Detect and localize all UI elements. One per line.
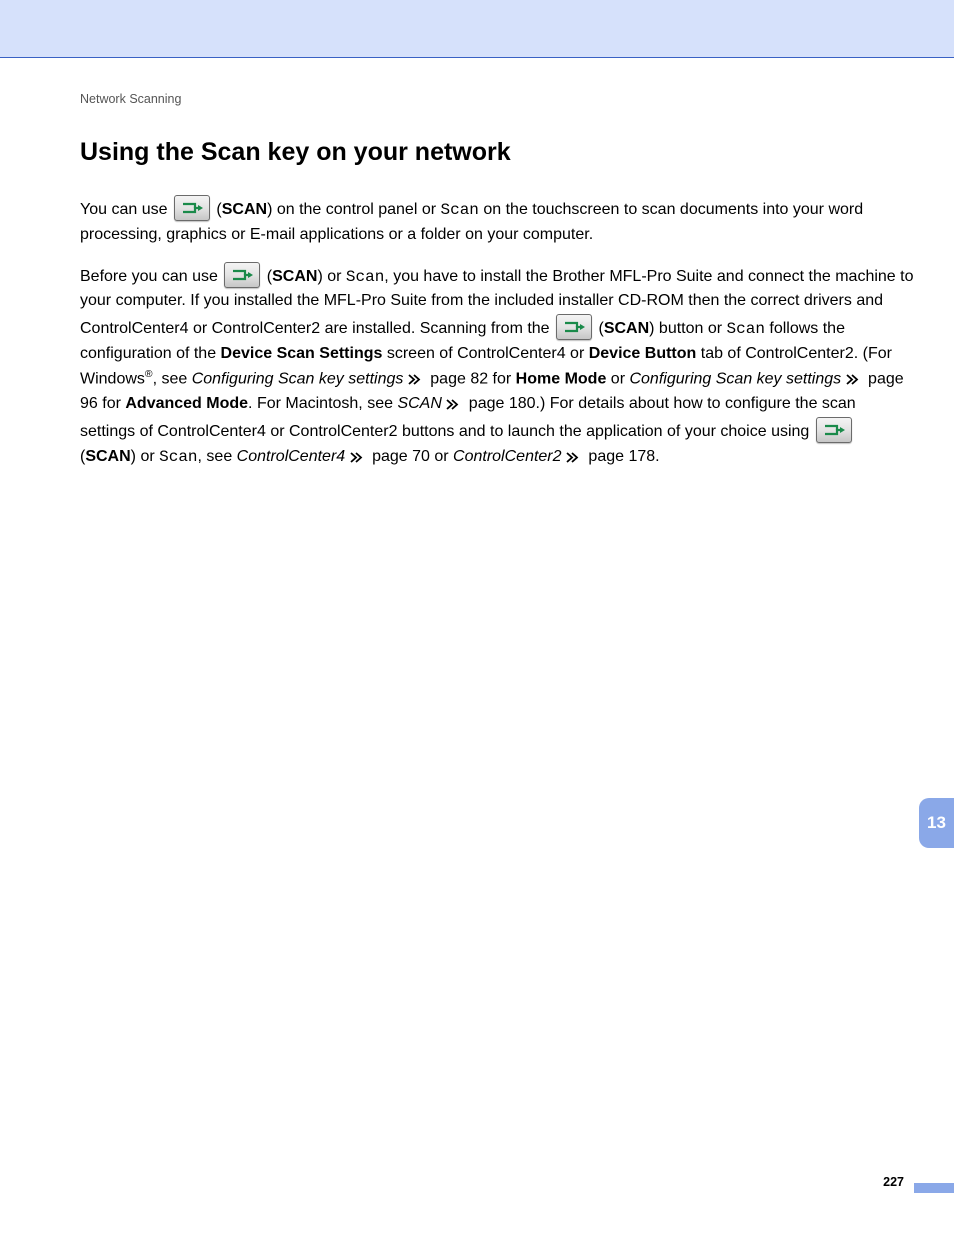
- text: ) button or: [649, 320, 726, 337]
- page-number: 227: [883, 1175, 904, 1189]
- chevron-double-right-icon: [566, 452, 584, 463]
- chevron-double-right-icon: [446, 399, 464, 410]
- chevron-double-right-icon: [350, 452, 368, 463]
- registered-mark: ®: [145, 369, 153, 380]
- text: (: [212, 201, 222, 218]
- text: ) or: [317, 268, 345, 285]
- scan-icon: [224, 262, 260, 288]
- text: screen of ControlCenter4 or: [382, 345, 588, 362]
- scan-bold: SCAN: [222, 201, 267, 218]
- device-button: Device Button: [589, 345, 697, 362]
- xref-link[interactable]: Configuring Scan key settings: [192, 370, 404, 387]
- scan-bold: SCAN: [85, 448, 130, 465]
- advanced-mode: Advanced Mode: [125, 395, 248, 412]
- text: You can use: [80, 201, 172, 218]
- paragraph-1: You can use (SCAN) on the control panel …: [80, 195, 914, 248]
- xref-link[interactable]: Configuring Scan key settings: [629, 370, 841, 387]
- text: page 178.: [584, 448, 660, 465]
- scan-mono: Scan: [346, 268, 384, 286]
- page-content: Network Scanning Using the Scan key on y…: [0, 58, 954, 1235]
- xref-link[interactable]: SCAN: [397, 395, 441, 412]
- text: Before you can use: [80, 268, 222, 285]
- scan-icon: [556, 314, 592, 340]
- text: ) or: [131, 448, 159, 465]
- text: , see: [198, 448, 237, 465]
- device-scan-settings: Device Scan Settings: [221, 345, 383, 362]
- chevron-double-right-icon: [408, 374, 426, 385]
- section-label: Network Scanning: [80, 58, 914, 116]
- header-bar: [0, 0, 954, 58]
- text: or: [606, 370, 629, 387]
- scan-bold: SCAN: [604, 320, 649, 337]
- text: ) on the control panel or: [267, 201, 440, 218]
- footer-accent: [914, 1183, 954, 1193]
- paragraph-2: Before you can use (SCAN) or Scan, you h…: [80, 262, 914, 470]
- xref-link[interactable]: ControlCenter4: [237, 448, 346, 465]
- scan-mono: Scan: [159, 448, 197, 466]
- text: (: [262, 268, 272, 285]
- chevron-double-right-icon: [846, 374, 864, 385]
- text: page 70 or: [368, 448, 453, 465]
- text: page 82 for: [426, 370, 516, 387]
- xref-link[interactable]: ControlCenter2: [453, 448, 562, 465]
- scan-mono: Scan: [727, 320, 765, 338]
- scan-mono: Scan: [441, 201, 479, 219]
- text: , see: [153, 370, 192, 387]
- home-mode: Home Mode: [516, 370, 607, 387]
- scan-bold: SCAN: [272, 268, 317, 285]
- page-heading: Using the Scan key on your network: [80, 138, 914, 167]
- scan-icon: [174, 195, 210, 221]
- scan-icon: [816, 417, 852, 443]
- text: . For Macintosh, see: [248, 395, 397, 412]
- chapter-thumb-tab[interactable]: 13: [919, 798, 954, 848]
- text: (: [594, 320, 604, 337]
